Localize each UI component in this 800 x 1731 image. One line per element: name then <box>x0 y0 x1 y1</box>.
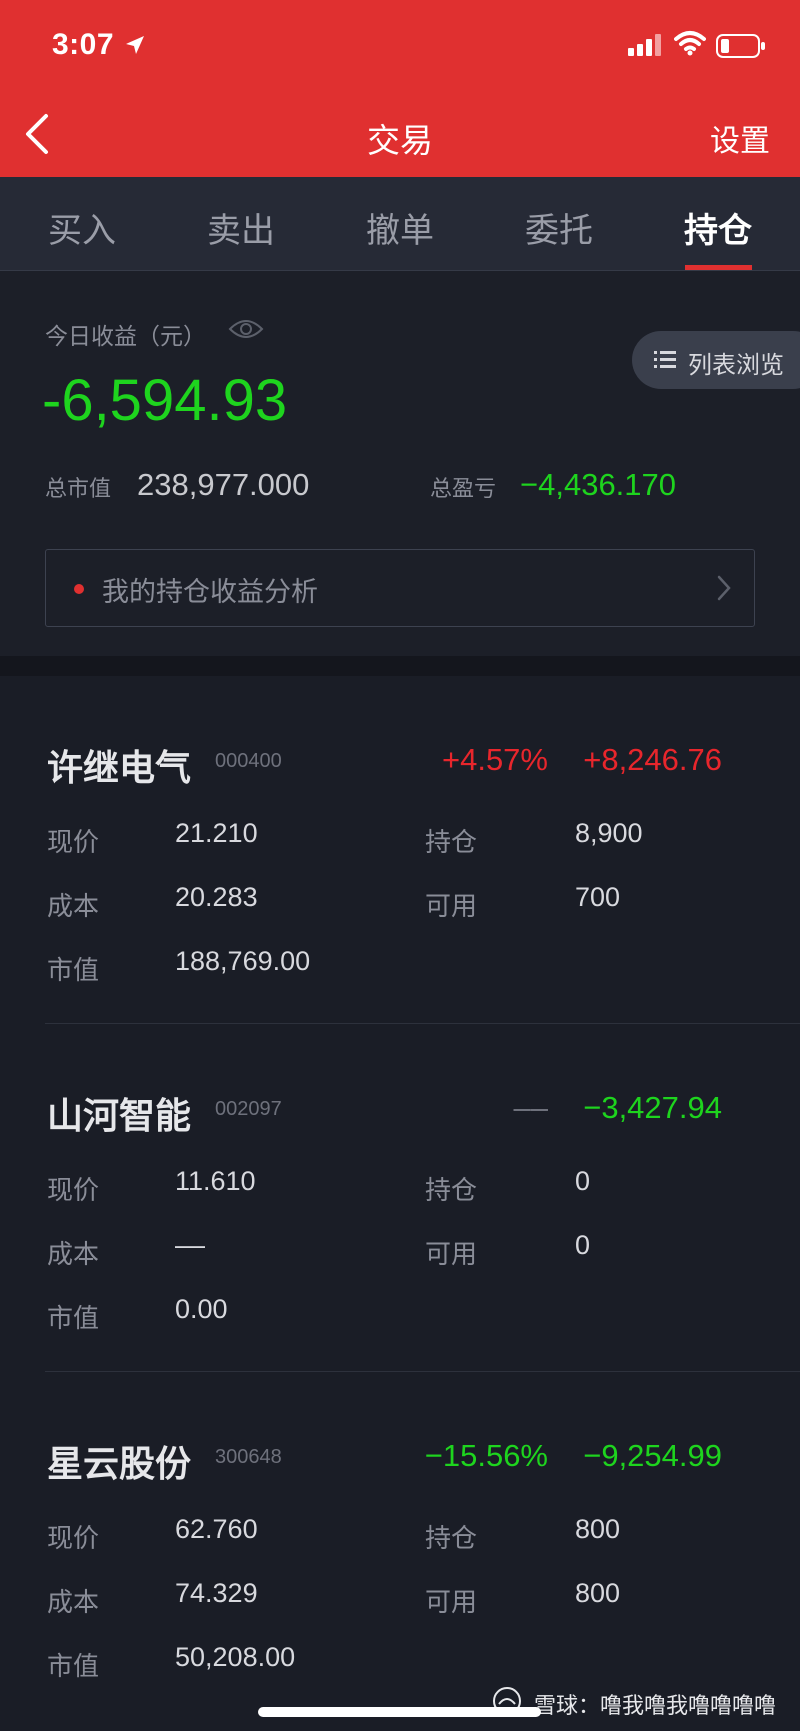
stock-name: 山河智能 <box>47 1096 192 1137</box>
price-label: 现价 <box>47 1524 100 1554</box>
position-value: 8,900 <box>575 818 643 848</box>
app-header: 3:07 交易 设置 <box>0 0 800 177</box>
active-tab-indicator <box>685 265 752 270</box>
cellular-signal-icon <box>628 34 661 56</box>
stock-code: 300648 <box>215 1446 282 1468</box>
position-label: 持仓 <box>425 828 478 858</box>
cost-label: 成本 <box>47 892 100 922</box>
status-time: 3:07 <box>52 28 115 61</box>
location-arrow-icon <box>126 36 144 54</box>
tab-orders[interactable]: 委托 <box>525 203 593 252</box>
cost-value: 20.283 <box>175 882 258 912</box>
position-value: 0 <box>575 1166 591 1196</box>
price-label: 现价 <box>47 1176 100 1206</box>
red-dot-icon <box>74 584 84 594</box>
cost-label: 成本 <box>47 1588 100 1618</box>
account-summary: 今日收益（元） -6,594.93 列表浏览 总市值 238,977.000 总… <box>0 271 800 656</box>
available-label: 可用 <box>425 892 478 922</box>
total-pl-label: 总盈亏 <box>430 477 497 502</box>
cost-label: 成本 <box>47 1240 100 1270</box>
tab-buy[interactable]: 买入 <box>48 203 116 252</box>
section-divider <box>0 656 800 676</box>
market-value: 50,208.00 <box>175 1642 296 1672</box>
market-value-label: 市值 <box>47 1652 100 1682</box>
holdings-list: 许继电气 000400 +4.57% +8,246.76 现价 21.210 持… <box>0 676 800 1731</box>
available-label: 可用 <box>425 1240 478 1270</box>
profit-percent: −15.56% <box>424 1438 548 1473</box>
available-value: 0 <box>575 1230 591 1260</box>
stock-code: 002097 <box>215 1098 282 1120</box>
price-label: 现价 <box>47 828 100 858</box>
profit-amount: −9,254.99 <box>583 1438 722 1473</box>
position-value: 800 <box>575 1514 621 1544</box>
profit-amount: −3,427.94 <box>583 1090 722 1125</box>
watermark-text: 雪球：噜我噜我噜噜噜噜 <box>533 1694 776 1719</box>
today-profit-value: -6,594.93 <box>42 368 288 433</box>
price-value: 62.760 <box>175 1514 258 1544</box>
tab-positions[interactable]: 持仓 <box>684 203 752 252</box>
market-value: 0.00 <box>175 1294 228 1324</box>
position-analysis-label: 我的持仓收益分析 <box>102 577 318 608</box>
holding-row[interactable]: 许继电气 000400 +4.57% +8,246.76 现价 21.210 持… <box>0 676 800 1024</box>
home-indicator[interactable] <box>258 1707 541 1717</box>
available-label: 可用 <box>425 1588 478 1618</box>
stock-name: 星云股份 <box>47 1444 192 1485</box>
profit-percent: –– <box>513 1090 548 1125</box>
profit-amount: +8,246.76 <box>583 742 722 777</box>
tab-cancel-order[interactable]: 撤单 <box>366 203 434 252</box>
holding-row[interactable]: 星云股份 300648 −15.56% −9,254.99 现价 62.760 … <box>0 1372 800 1720</box>
market-value-label: 市值 <box>47 956 100 986</box>
cost-value: 74.329 <box>175 1578 258 1608</box>
battery-icon <box>716 34 765 58</box>
page-title: 交易 <box>367 121 433 160</box>
cost-value: –– <box>175 1230 206 1260</box>
market-value-label: 市值 <box>47 1304 100 1334</box>
total-market-value: 238,977.000 <box>137 467 310 502</box>
chevron-right-icon <box>717 575 731 601</box>
profit-percent: +4.57% <box>441 742 548 777</box>
trade-tabs: 买入 卖出 撤单 委托 持仓 <box>0 177 800 271</box>
wifi-icon <box>674 31 706 56</box>
settings-button[interactable]: 设置 <box>710 116 770 160</box>
market-value: 188,769.00 <box>175 946 311 976</box>
stock-name: 许继电气 <box>47 748 192 789</box>
stock-code: 000400 <box>215 750 282 772</box>
available-value: 800 <box>575 1578 621 1608</box>
available-value: 700 <box>575 882 621 912</box>
price-value: 21.210 <box>175 818 258 848</box>
tab-sell[interactable]: 卖出 <box>207 203 275 252</box>
list-view-button[interactable]: 列表浏览 <box>632 331 800 389</box>
total-market-value-label: 总市值 <box>45 477 112 502</box>
price-value: 11.610 <box>175 1166 256 1196</box>
list-icon <box>654 351 676 368</box>
position-analysis-link[interactable]: 我的持仓收益分析 <box>45 549 755 627</box>
total-pl-value: −4,436.170 <box>520 467 677 502</box>
eye-icon[interactable] <box>228 317 264 341</box>
today-profit-label: 今日收益（元） <box>45 324 206 350</box>
position-label: 持仓 <box>425 1524 478 1554</box>
list-view-label: 列表浏览 <box>688 351 784 379</box>
position-label: 持仓 <box>425 1176 478 1206</box>
holding-row[interactable]: 山河智能 002097 –– −3,427.94 现价 11.610 持仓 0 … <box>0 1024 800 1372</box>
